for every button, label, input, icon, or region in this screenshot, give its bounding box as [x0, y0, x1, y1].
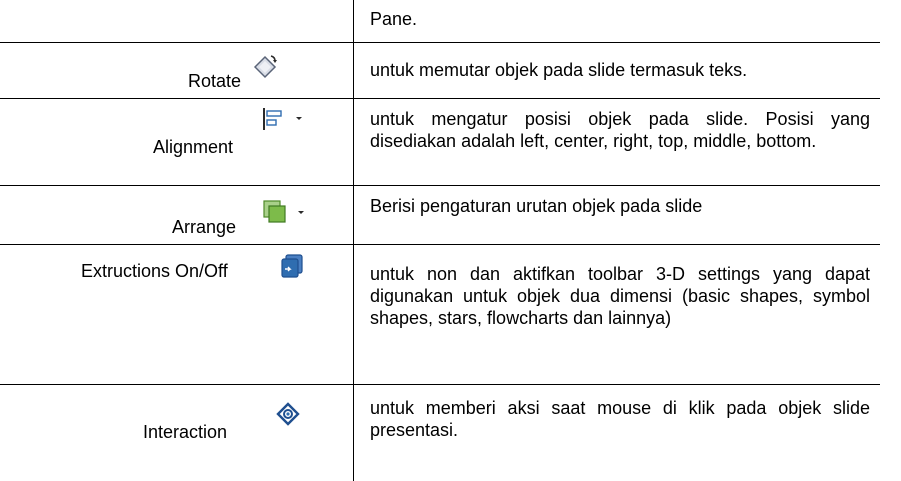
table-row: Extructions On/Off untuk non dan aktifka…: [0, 245, 880, 384]
table-row: Alignment untuk mengatur posisi objek pa…: [0, 99, 880, 185]
row-label: Extructions On/Off: [81, 261, 228, 281]
row-description: untuk memberi aksi saat mouse di klik pa…: [370, 398, 870, 440]
row-description: untuk non dan aktifkan toolbar 3-D setti…: [370, 264, 870, 328]
arrange-dropdown-icon: [263, 200, 304, 223]
table-row: Rotate untuk memutar objek pada slide te…: [0, 43, 880, 98]
row-description: untuk mengatur posisi objek pada slide. …: [370, 109, 870, 151]
row-description: untuk memutar objek pada slide termasuk …: [370, 60, 748, 80]
row-description: Pane.: [370, 9, 418, 29]
table-row: Arrange Berisi pengaturan urutan objek p…: [0, 186, 880, 244]
row-description: Berisi pengaturan urutan objek pada slid…: [370, 196, 703, 216]
row-label: Alignment: [153, 137, 234, 157]
interaction-icon: [276, 402, 300, 426]
table-row: Pane.: [0, 0, 880, 42]
align-left-dropdown-icon: [263, 108, 302, 130]
table-row: Interaction untuk memberi aksi saat mous…: [0, 385, 880, 481]
row-label: Interaction: [143, 422, 228, 442]
row-label: Rotate: [188, 71, 242, 91]
row-label: Arrange: [172, 217, 237, 237]
3d-extrusion-icon: [281, 254, 303, 278]
rotate-icon: [253, 55, 277, 79]
